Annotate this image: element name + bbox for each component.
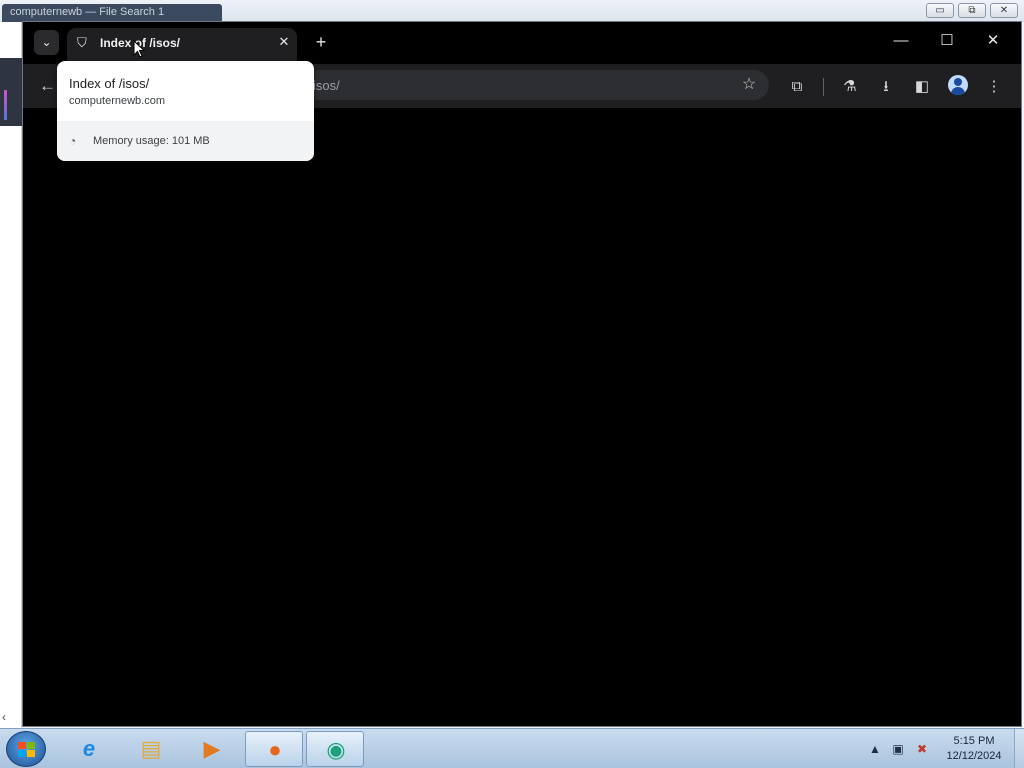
tab-index-of-isos[interactable]: ⛉ Index of /isos/ ✕ [67, 28, 297, 64]
background-tab[interactable]: computernewb — File Search 1 [2, 4, 222, 22]
background-restore-button[interactable]: ⧉ [958, 3, 986, 18]
network-icon[interactable]: ▣ [889, 741, 907, 757]
site-favicon-icon: ⛉ [77, 35, 87, 50]
start-button[interactable] [6, 731, 46, 767]
system-clock[interactable]: 5:15 PM 12/12/2024 [936, 734, 1012, 764]
volume-muted-icon[interactable]: ✖ [913, 741, 931, 757]
page-content [23, 109, 1021, 726]
tab-search-button[interactable]: ⌄ [34, 30, 59, 55]
show-desktop-button[interactable] [1014, 729, 1024, 768]
internet-explorer-icon: e [82, 736, 96, 761]
bookmark-star-icon[interactable]: ☆ [739, 75, 759, 95]
extensions-icon[interactable]: ⧉ [786, 76, 808, 98]
minimize-button[interactable]: — [887, 30, 915, 52]
background-sidebar [0, 22, 22, 728]
avatar-body [951, 87, 965, 95]
hover-card-footer: ◔ Memory usage: 101 MB [57, 121, 314, 161]
new-tab-button[interactable]: + [310, 32, 332, 54]
background-titlebar: computernewb — File Search 1 ▭ ⧉ ✕ [0, 0, 1024, 22]
hover-card-domain: computernewb.com [69, 95, 165, 107]
clock-date: 12/12/2024 [946, 750, 1002, 762]
taskbar-chromium[interactable]: ◉ [306, 731, 364, 767]
address-bar[interactable]: isos/ ☆ [303, 70, 769, 100]
taskbar-firefox[interactable]: ● [245, 731, 303, 767]
background-minimize-button[interactable]: ▭ [926, 3, 954, 18]
maximize-button[interactable]: ☐ [933, 30, 961, 52]
labs-flask-icon[interactable]: ⚗ [839, 76, 861, 98]
taskbar-internet-explorer[interactable]: e [60, 731, 118, 767]
side-panel-icon[interactable]: ◧ [911, 76, 933, 98]
toolbar-divider [823, 78, 824, 96]
taskbar-media-player[interactable]: ▶ [183, 731, 241, 767]
close-window-button[interactable]: ✕ [979, 30, 1007, 52]
scroll-left-arrow-icon[interactable]: ‹ [2, 710, 6, 724]
folder-icon: ▤ [140, 736, 162, 761]
mouse-cursor-icon [133, 39, 146, 58]
windows-logo-icon [18, 742, 36, 758]
memory-usage-text: Memory usage: 101 MB [93, 135, 210, 147]
tab-close-icon[interactable]: ✕ [275, 33, 293, 51]
avatar-head [954, 78, 962, 86]
clock-time: 5:15 PM [953, 735, 995, 747]
background-accent-bar [4, 90, 7, 120]
address-bar-text: isos/ [313, 78, 340, 93]
background-close-button[interactable]: ✕ [990, 3, 1018, 18]
media-player-icon: ▶ [203, 736, 221, 761]
menu-kebab-icon[interactable]: ⋮ [983, 76, 1005, 98]
memory-gauge-icon: ◔ [69, 134, 77, 148]
profile-avatar-icon[interactable] [948, 75, 968, 95]
downloads-icon[interactable]: ⭳ [875, 76, 897, 98]
taskbar: e ▤ ▶ ● ◉ ▲ ▣ ✖ 5:15 PM 12/12/2024 [0, 728, 1024, 768]
back-arrow-icon[interactable]: ← [39, 76, 59, 96]
hover-card-title: Index of /isos/ [69, 76, 150, 91]
chromium-icon: ◉ [326, 737, 346, 762]
taskbar-file-explorer[interactable]: ▤ [122, 731, 180, 767]
background-tab-label: computernewb — File Search 1 [10, 6, 165, 18]
tab-hover-card: Index of /isos/ computernewb.com ◔ Memor… [57, 61, 314, 161]
tray-expand-arrow-icon[interactable]: ▲ [866, 741, 884, 757]
firefox-icon: ● [268, 737, 282, 762]
